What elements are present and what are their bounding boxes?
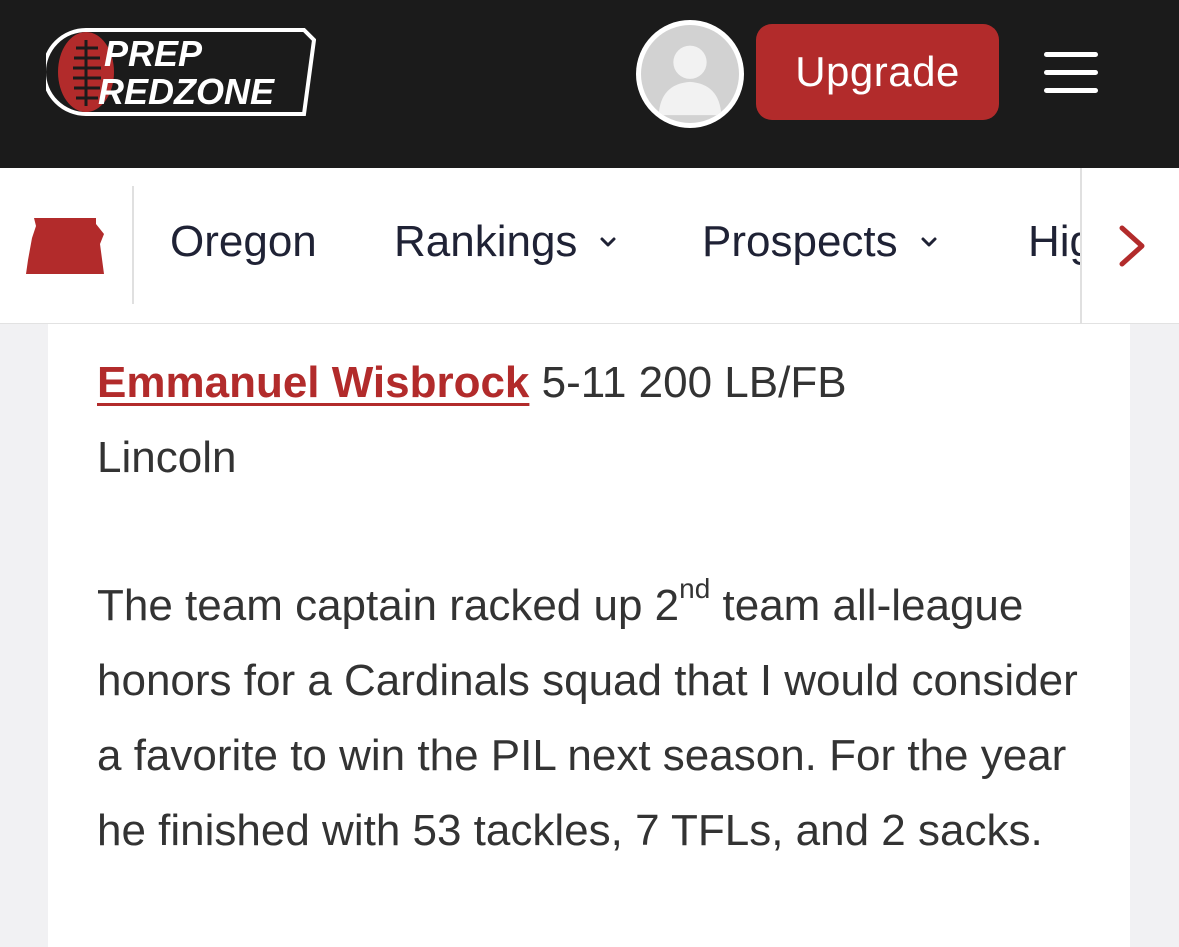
- oregon-state-icon[interactable]: [24, 214, 106, 278]
- school-name: Lincoln: [97, 433, 237, 482]
- chevron-down-icon: [921, 237, 937, 247]
- avatar[interactable]: [636, 20, 744, 128]
- player-name-link[interactable]: Emmanuel Wisbrock: [97, 358, 529, 407]
- nav-item-rankings[interactable]: Rankings: [394, 212, 619, 272]
- nav-item-oregon[interactable]: Oregon: [170, 212, 317, 272]
- nav-divider: [132, 186, 134, 304]
- top-header: PREP REDZONE Upgrade: [0, 0, 1179, 168]
- nav-item-prospects[interactable]: Prospects: [702, 212, 940, 272]
- nav-divider: [1080, 168, 1082, 324]
- chevron-right-icon[interactable]: [1110, 220, 1154, 272]
- upgrade-button[interactable]: Upgrade: [756, 24, 999, 120]
- hamburger-menu-icon[interactable]: [1040, 48, 1102, 98]
- nav-item-highlights[interactable]: Hig: [1028, 212, 1082, 272]
- chevron-down-icon: [600, 237, 616, 247]
- nav-overflow-clip: Hig: [1020, 212, 1082, 272]
- svg-text:REDZONE: REDZONE: [98, 71, 275, 112]
- player-headline: Emmanuel Wisbrock 5-11 200 LB/FB: [97, 358, 847, 408]
- article-paragraph: The team captain racked up 2nd team all-…: [97, 573, 1078, 856]
- prep-redzone-logo[interactable]: PREP REDZONE: [46, 26, 316, 118]
- player-info: 5-11 200 LB/FB: [541, 358, 847, 407]
- svg-text:PREP: PREP: [104, 33, 203, 74]
- user-silhouette-icon: [658, 45, 722, 116]
